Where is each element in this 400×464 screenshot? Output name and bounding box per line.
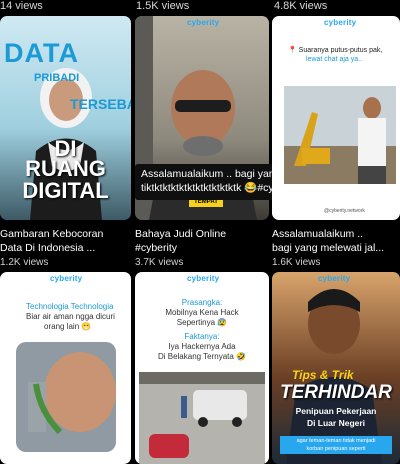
video-thumbnail-3[interactable]: cyberity 📍 Suaranya putus-putus pak, lew…: [272, 16, 400, 220]
overlay-text: DIGITAL: [22, 178, 109, 203]
video-title-1[interactable]: Gambaran Kebocoran Data Di Indonesia ...: [0, 227, 131, 255]
video-views-top-1: 14 views: [0, 0, 43, 12]
video-thumbnail-4[interactable]: cyberity Technologia Technologia Biar ai…: [0, 272, 131, 464]
faucet-image: [16, 342, 116, 452]
video-thumbnail-6[interactable]: cyberity Tips & Trik TERHINDAR Penipuan …: [272, 272, 400, 464]
video-title-line: bagi yang melewati jal...: [272, 242, 385, 254]
overlay-text: Di Luar Negeri: [306, 418, 366, 428]
video-title-line: Bahaya Judi Online: [135, 228, 227, 240]
video-thumbnail-1[interactable]: DATA PRIBADI TERSEBAR DI RUANG DIGITAL: [0, 16, 131, 220]
video-views-1: 1.2K views: [0, 257, 49, 268]
video-views-3: 1.6K views: [272, 257, 321, 268]
parking-lot-image: [139, 372, 265, 464]
excavator-scene-image: [284, 86, 396, 184]
video-title-line: Data Di Indonesia ...: [0, 242, 96, 254]
video-title-line: #cyberity: [135, 242, 178, 254]
video-views-top-2: 1.5K views: [136, 0, 190, 12]
overlay-text: Tips & Trik: [292, 368, 354, 382]
overlay-text: TERHINDAR: [280, 382, 392, 403]
video-views-2: 3.7K views: [135, 257, 184, 268]
cyberity-logo: cyberity: [318, 274, 351, 283]
overlay-text: PRIBADI: [34, 72, 80, 84]
overlay-banner: agar teman-teman tidak menjadi korban pe…: [280, 436, 392, 454]
video-title-2[interactable]: Bahaya Judi Online #cyberity: [135, 227, 269, 255]
video-views-top-3: 4.8K views: [274, 0, 328, 12]
cyberity-logo: cyberity: [187, 18, 220, 27]
overlay-text: agar teman-teman tidak menjadi: [296, 438, 376, 444]
overlay-text: Penipuan Pekerjaan: [295, 406, 377, 416]
overlay-text: DATA: [4, 38, 79, 68]
video-title-3[interactable]: Assalamualaikum .. bagi yang melewati ja…: [272, 227, 400, 255]
overlay-text: TERSEBAR: [70, 96, 131, 112]
video-title-line: Gambaran Kebocoran: [0, 228, 104, 240]
video-title-line: Assalamualaikum ..: [272, 228, 364, 240]
overlay-text: korban penipuan seperti: [306, 446, 366, 452]
footer-handle: @cyberity.network: [324, 208, 365, 214]
video-thumbnail-5[interactable]: cyberity Prasangka: Mobilnya Kena Hack S…: [135, 272, 269, 464]
